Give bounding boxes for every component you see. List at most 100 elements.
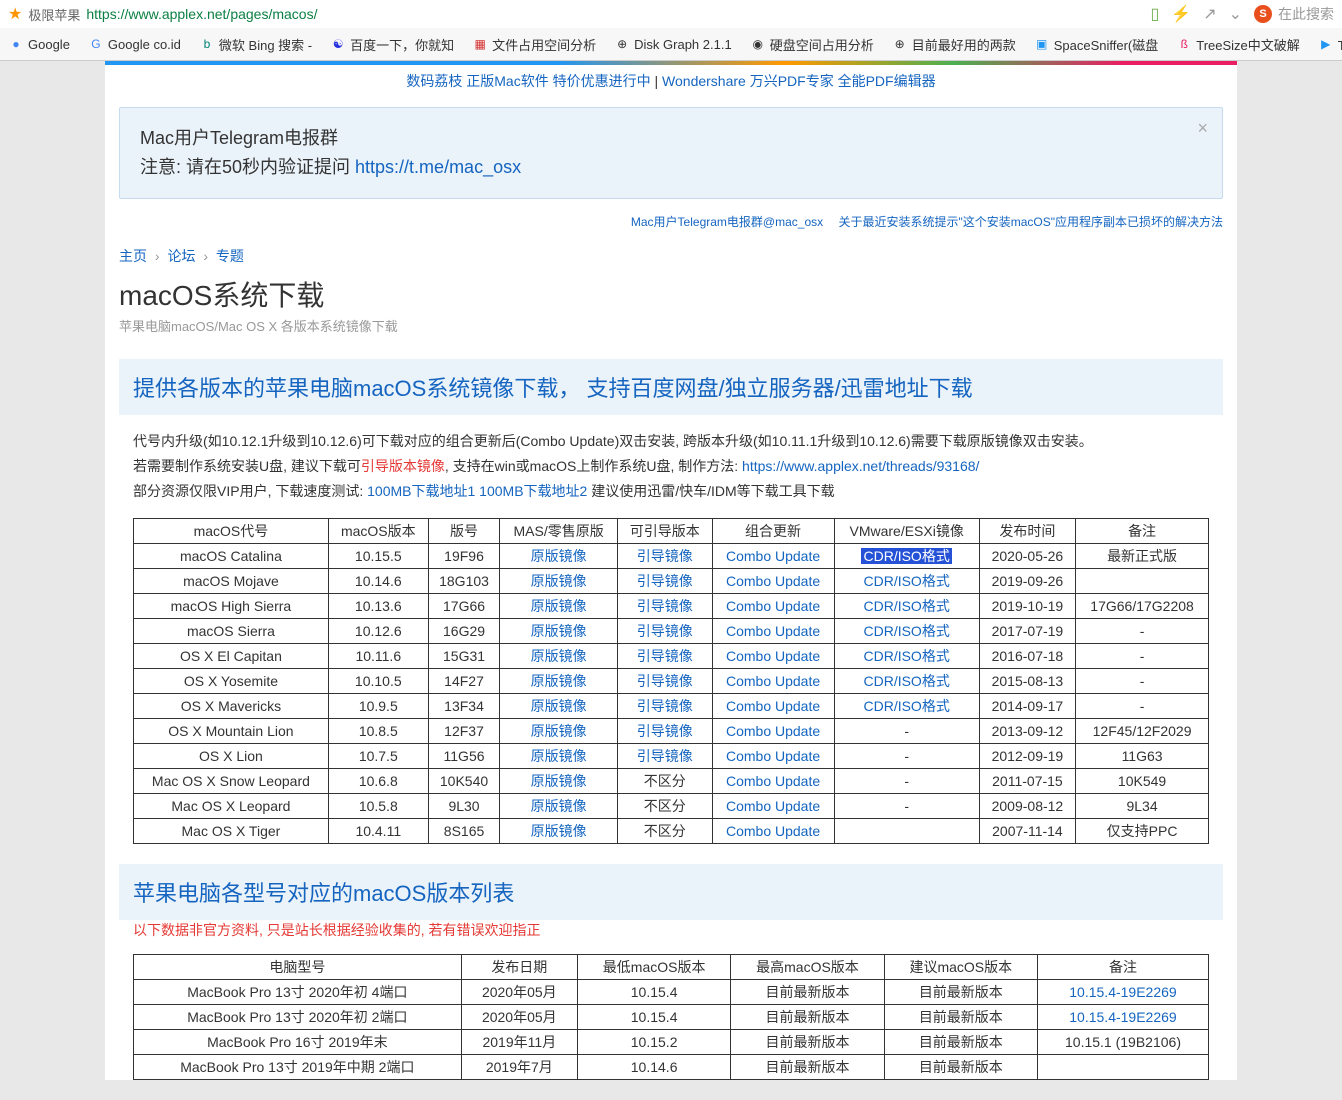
combo-link[interactable]: Combo Update xyxy=(726,798,820,814)
combo-link[interactable]: Combo Update xyxy=(726,748,820,764)
boot-cell: 引导镜像 xyxy=(617,694,712,719)
combo-cell: Combo Update xyxy=(712,569,834,594)
vm-link[interactable]: CDR/ISO格式 xyxy=(863,673,949,689)
boot-link[interactable]: 引导镜像 xyxy=(637,748,693,764)
browser-chrome: ★ 极限苹果 https://www.applex.net/pages/maco… xyxy=(0,0,1342,61)
vm-link[interactable]: CDR/ISO格式 xyxy=(863,648,949,664)
promo-link-1[interactable]: 数码荔枝 正版Mac软件 特价优惠进行中 xyxy=(406,73,650,89)
combo-link[interactable]: Combo Update xyxy=(726,823,820,839)
mas-link[interactable]: 原版镜像 xyxy=(531,698,587,714)
mas-link[interactable]: 原版镜像 xyxy=(531,648,587,664)
bookmark-item[interactable]: ▶Treesize Pro7破 xyxy=(1318,35,1342,54)
section-heading-1: 提供各版本的苹果电脑macOS系统镜像下载， 支持百度网盘/独立服务器/迅雷地址… xyxy=(119,359,1223,415)
bookmark-label: TreeSize中文破解 xyxy=(1196,35,1300,54)
bookmark-item[interactable]: b微软 Bing 搜索 - xyxy=(199,35,312,54)
mas-link[interactable]: 原版镜像 xyxy=(531,723,587,739)
boot-link[interactable]: 引导镜像 xyxy=(637,723,693,739)
table-row: MacBook Pro 13寸 2020年初 4端口 2020年05月 10.1… xyxy=(134,980,1209,1005)
bookmark-item[interactable]: ▣SpaceSniffer(磁盘 xyxy=(1034,35,1159,54)
version-cell: 10.4.11 xyxy=(328,819,428,844)
version-cell: 10.15.5 xyxy=(328,544,428,569)
mas-link[interactable]: 原版镜像 xyxy=(531,598,587,614)
mas-link[interactable]: 原版镜像 xyxy=(531,823,587,839)
sub-link-fix[interactable]: 关于最近安装系统提示"这个安装macOS"应用程序副本已损坏的解决方法 xyxy=(838,215,1223,229)
note-cell: 10.15.1 (19B2106) xyxy=(1037,1030,1208,1055)
combo-link[interactable]: Combo Update xyxy=(726,548,820,564)
close-icon[interactable]: × xyxy=(1197,118,1208,139)
bookmark-item[interactable]: GGoogle co.id xyxy=(88,36,181,52)
guide-link[interactable]: https://www.applex.net/threads/93168/ xyxy=(742,458,979,474)
version-cell: 10.7.5 xyxy=(328,744,428,769)
code-cell: OS X Mountain Lion xyxy=(134,719,329,744)
table-header-cell: macOS代号 xyxy=(134,519,329,544)
mas-link[interactable]: 原版镜像 xyxy=(531,623,587,639)
combo-link[interactable]: Combo Update xyxy=(726,573,820,589)
boot-link[interactable]: 引导镜像 xyxy=(637,548,693,564)
date-cell: 2012-09-19 xyxy=(979,744,1075,769)
share-icon[interactable]: ↗ xyxy=(1203,4,1216,24)
note-link[interactable]: 10.15.4-19E2269 xyxy=(1069,1009,1176,1025)
max-cell: 目前最新版本 xyxy=(731,1055,884,1080)
combo-link[interactable]: Combo Update xyxy=(726,673,820,689)
date-cell: 2016-07-18 xyxy=(979,644,1075,669)
crumb-home[interactable]: 主页 xyxy=(119,248,147,264)
bookmark-item[interactable]: ●Google xyxy=(8,36,70,52)
notice-box: × Mac用户Telegram电报群 注意: 请在50秒内验证提问 https:… xyxy=(119,107,1223,199)
bookmark-item[interactable]: ☯百度一下，你就知 xyxy=(330,35,454,54)
url-bar: ★ 极限苹果 https://www.applex.net/pages/maco… xyxy=(0,0,1342,28)
chevron-down-icon[interactable]: ⌄ xyxy=(1229,4,1242,24)
combo-link[interactable]: Combo Update xyxy=(726,723,820,739)
table-header-cell: 可引导版本 xyxy=(617,519,712,544)
crumb-topic[interactable]: 专题 xyxy=(216,248,244,264)
mas-link[interactable]: 原版镜像 xyxy=(531,748,587,764)
promo-link-2[interactable]: Wondershare 万兴PDF专家 全能PDF编辑器 xyxy=(662,73,936,89)
book-icon[interactable]: ▯ xyxy=(1150,4,1159,24)
bookmark-icon: ● xyxy=(8,36,24,52)
boot-link[interactable]: 引导镜像 xyxy=(637,648,693,664)
favorite-icon[interactable]: ★ xyxy=(8,4,22,24)
combo-link[interactable]: Combo Update xyxy=(726,773,820,789)
mas-link[interactable]: 原版镜像 xyxy=(531,673,587,689)
bookmark-item[interactable]: ⊕目前最好用的两款 xyxy=(892,35,1016,54)
vm-link[interactable]: CDR/ISO格式 xyxy=(863,573,949,589)
mas-link[interactable]: 原版镜像 xyxy=(531,573,587,589)
search-box[interactable]: S 在此搜索 xyxy=(1254,4,1334,24)
combo-link[interactable]: Combo Update xyxy=(726,598,820,614)
min-cell: 10.15.4 xyxy=(577,980,730,1005)
rec-cell: 目前最新版本 xyxy=(884,1055,1037,1080)
search-placeholder: 在此搜索 xyxy=(1278,4,1334,24)
boot-link[interactable]: 引导镜像 xyxy=(637,573,693,589)
vm-link[interactable]: CDR/ISO格式 xyxy=(861,548,951,564)
vm-cell: CDR/ISO格式 xyxy=(834,619,979,644)
combo-link[interactable]: Combo Update xyxy=(726,698,820,714)
note-link[interactable]: 10.15.4-19E2269 xyxy=(1069,984,1176,1000)
sub-link-telegram[interactable]: Mac用户Telegram电报群@mac_osx xyxy=(631,215,823,229)
bookmark-item[interactable]: ▦文件占用空间分析 xyxy=(472,35,596,54)
combo-link[interactable]: Combo Update xyxy=(726,623,820,639)
notice-link[interactable]: https://t.me/mac_osx xyxy=(355,157,521,177)
vm-link[interactable]: CDR/ISO格式 xyxy=(863,698,949,714)
bookmark-item[interactable]: ⊕Disk Graph 2.1.1 xyxy=(614,36,732,52)
lightning-icon[interactable]: ⚡ xyxy=(1171,4,1191,24)
bookmark-item[interactable]: ◉硬盘空间占用分析 xyxy=(750,35,874,54)
vm-link[interactable]: CDR/ISO格式 xyxy=(863,598,949,614)
mas-link[interactable]: 原版镜像 xyxy=(531,548,587,564)
speed-test-1[interactable]: 100MB下载地址1 xyxy=(367,483,475,499)
bookmark-item[interactable]: ßTreeSize中文破解 xyxy=(1176,35,1300,54)
note-cell: 仅支持PPC xyxy=(1076,819,1209,844)
sub-links: Mac用户Telegram电报群@mac_osx 关于最近安装系统提示"这个安装… xyxy=(105,209,1237,234)
boot-link[interactable]: 引导镜像 xyxy=(637,598,693,614)
crumb-forum[interactable]: 论坛 xyxy=(167,248,195,264)
vm-cell: CDR/ISO格式 xyxy=(834,669,979,694)
date-cell: 2007-11-14 xyxy=(979,819,1075,844)
build-cell: 16G29 xyxy=(428,619,500,644)
combo-link[interactable]: Combo Update xyxy=(726,648,820,664)
mas-link[interactable]: 原版镜像 xyxy=(531,773,587,789)
boot-link[interactable]: 引导镜像 xyxy=(637,623,693,639)
vm-link[interactable]: CDR/ISO格式 xyxy=(863,623,949,639)
speed-test-2[interactable]: 100MB下载地址2 xyxy=(479,483,587,499)
mas-link[interactable]: 原版镜像 xyxy=(531,798,587,814)
boot-link[interactable]: 引导镜像 xyxy=(637,698,693,714)
boot-link[interactable]: 引导镜像 xyxy=(637,673,693,689)
url-text[interactable]: https://www.applex.net/pages/macos/ xyxy=(86,6,317,22)
